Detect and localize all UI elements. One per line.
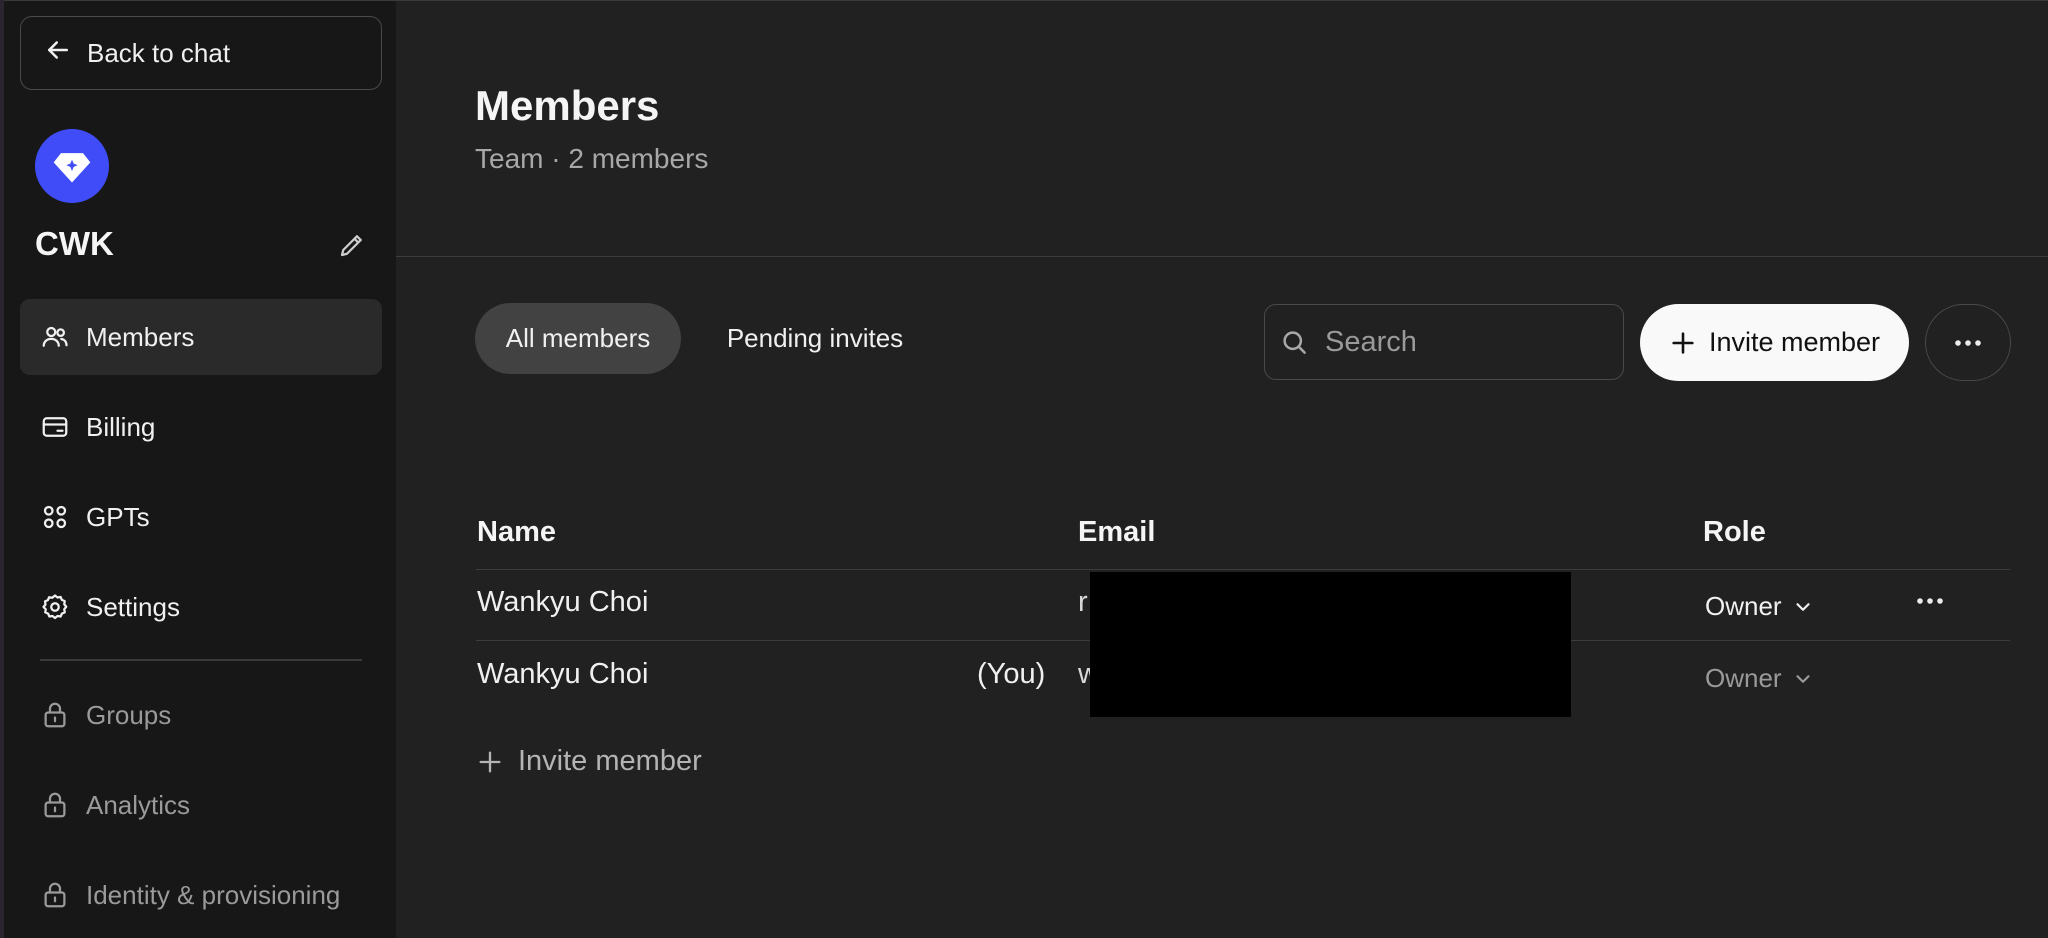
sidebar-item-groups[interactable]: Groups — [20, 677, 382, 753]
chevron-down-icon — [1795, 602, 1810, 611]
plus-icon — [479, 751, 501, 772]
column-header-name: Name — [477, 516, 556, 548]
search-icon — [1283, 331, 1306, 354]
page-subtitle: Team · 2 members — [475, 143, 709, 174]
arrow-left-icon — [43, 35, 73, 72]
credit-card-icon — [42, 417, 68, 437]
gear-icon — [42, 594, 68, 620]
role-value: Owner — [1705, 663, 1782, 693]
back-to-chat-label: Back to chat — [87, 37, 231, 68]
member-name: Wankyu Choi — [477, 658, 649, 690]
sidebar-item-gpts[interactable]: GPTs — [20, 479, 382, 555]
sidebar-item-settings[interactable]: Settings — [20, 569, 382, 645]
redaction-box — [1090, 572, 1571, 717]
sidebar-item-label: GPTs — [86, 501, 150, 532]
sidebar: Back to chat CWK Members Billing GPTs Se… — [4, 1, 396, 938]
page-title: Members — [475, 82, 660, 129]
you-badge: (You) — [977, 658, 1046, 690]
member-name: Wankyu Choi — [477, 586, 649, 618]
back-to-chat-button[interactable]: Back to chat — [20, 16, 382, 90]
chevron-down-icon — [1795, 674, 1810, 683]
invite-member-button[interactable]: Invite member — [1640, 304, 1909, 381]
edit-workspace-button[interactable] — [337, 230, 367, 260]
invite-member-label: Invite member — [1708, 327, 1881, 357]
sidebar-item-label: Identity & provisioning — [86, 879, 341, 910]
role-select[interactable]: Owner — [1705, 591, 1814, 622]
row-more-options-button[interactable] — [1915, 590, 1945, 612]
search-box — [1264, 304, 1624, 380]
more-options-button[interactable] — [1925, 304, 2011, 381]
role-value: Owner — [1705, 591, 1782, 621]
tab-pending-invites[interactable]: Pending invites — [702, 303, 928, 374]
sidebar-item-billing[interactable]: Billing — [20, 389, 382, 465]
header-divider — [396, 256, 2048, 257]
lock-icon — [44, 702, 66, 728]
sidebar-item-label: Analytics — [86, 789, 191, 820]
role-select: Owner — [1705, 663, 1814, 694]
grid-dots-icon — [43, 505, 67, 529]
users-icon — [42, 326, 68, 347]
table-header-divider — [476, 569, 2010, 570]
sidebar-divider — [40, 659, 362, 661]
add-invite-member-link[interactable]: Invite member — [476, 745, 702, 778]
column-header-email: Email — [1078, 516, 1156, 548]
member-email: r — [1078, 586, 1088, 618]
sidebar-item-label: Settings — [86, 591, 180, 622]
workspace-logo — [35, 129, 109, 203]
add-invite-label: Invite member — [518, 745, 702, 777]
column-header-role: Role — [1703, 516, 1766, 548]
sidebar-item-label: Members — [86, 321, 195, 352]
ellipsis-icon — [1917, 598, 1943, 604]
diamond-sparkle-icon — [53, 153, 91, 183]
sidebar-item-analytics[interactable]: Analytics — [20, 767, 382, 843]
plus-icon — [1672, 331, 1694, 354]
sidebar-item-label: Billing — [86, 411, 156, 442]
tab-all-members[interactable]: All members — [475, 303, 681, 374]
pencil-icon — [340, 235, 362, 257]
search-input[interactable] — [1323, 324, 1607, 360]
lock-icon — [44, 882, 66, 908]
sidebar-item-members[interactable]: Members — [20, 299, 382, 375]
lock-icon — [44, 792, 66, 818]
sidebar-item-label: Groups — [86, 699, 172, 730]
workspace-name: CWK — [35, 225, 114, 262]
ellipsis-icon — [1955, 339, 1981, 346]
sidebar-item-identity-provisioning[interactable]: Identity & provisioning — [20, 857, 382, 933]
